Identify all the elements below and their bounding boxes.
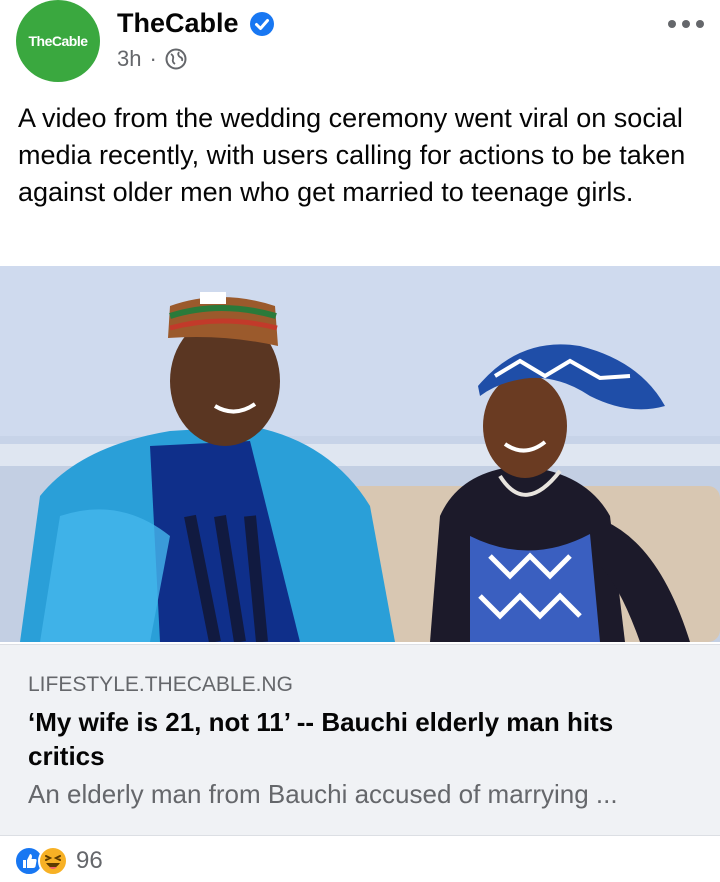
verified-badge-icon xyxy=(249,11,275,37)
link-description: An elderly man from Bauchi accused of ma… xyxy=(28,779,618,809)
facebook-post: TheCable TheCable 3h · A video from the … xyxy=(0,0,720,882)
post-timestamp[interactable]: 3h xyxy=(117,46,141,72)
post-photo[interactable] xyxy=(0,266,720,642)
globe-icon xyxy=(165,48,187,70)
post-meta: 3h · xyxy=(117,46,187,72)
more-options-icon[interactable] xyxy=(668,18,704,30)
haha-icon xyxy=(38,846,68,876)
reaction-summary[interactable]: 96 xyxy=(14,846,103,876)
meta-separator: · xyxy=(149,46,157,71)
reaction-count: 96 xyxy=(76,847,103,874)
wedding-photo-illustration xyxy=(0,266,720,642)
link-title[interactable]: ‘My wife is 21, not 11’ -- Bauchi elderl… xyxy=(28,705,692,773)
page-name-row: TheCable xyxy=(117,8,275,39)
avatar-logo-text: TheCable xyxy=(28,33,88,49)
post-text: A video from the wedding ceremony went v… xyxy=(18,103,686,207)
post-header: TheCable TheCable 3h · xyxy=(0,0,720,88)
link-preview-card[interactable]: LIFESTYLE.THECABLE.NG ‘My wife is 21, no… xyxy=(0,644,720,836)
page-avatar[interactable]: TheCable xyxy=(16,0,100,82)
page-name[interactable]: TheCable xyxy=(117,8,239,39)
link-domain: LIFESTYLE.THECABLE.NG xyxy=(28,673,293,696)
